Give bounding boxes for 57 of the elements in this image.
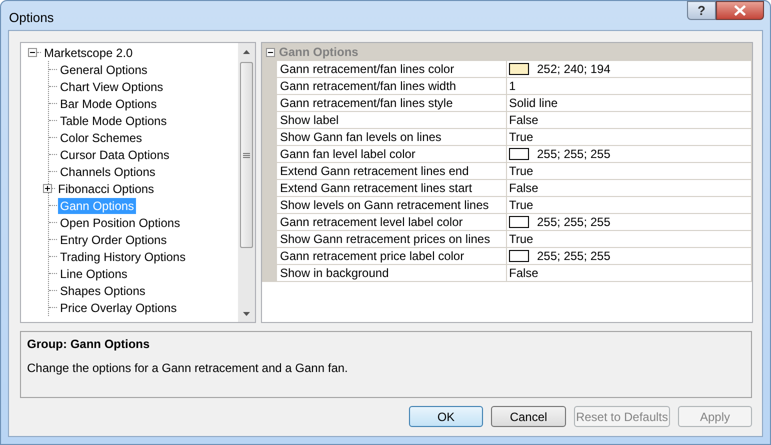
tree-item[interactable]: Chart View Options	[58, 78, 166, 94]
property-value[interactable]: True	[507, 231, 752, 248]
property-name: Gann retracement level label color	[277, 214, 507, 231]
tree-item[interactable]: Entry Order Options	[58, 232, 169, 248]
property-name: Show Gann retracement prices on lines	[277, 231, 507, 248]
property-name: Show Gann fan levels on lines	[277, 129, 507, 146]
help-button[interactable]: ?	[687, 1, 716, 20]
tree-item[interactable]: Table Mode Options	[58, 112, 169, 128]
tree-item[interactable]: Line Options	[58, 266, 130, 282]
property-name: Gann retracement/fan lines width	[277, 78, 507, 95]
tree-item[interactable]: Trading History Options	[58, 248, 188, 264]
property-name: Extend Gann retracement lines end	[277, 163, 507, 180]
tree-item[interactable]: Shapes Options	[58, 282, 148, 298]
scroll-up-icon[interactable]	[243, 50, 250, 54]
property-value[interactable]: Solid line	[507, 95, 752, 112]
dialog-button[interactable]: Cancel	[491, 406, 566, 427]
property-value[interactable]: False	[507, 180, 752, 197]
property-name: Show label	[277, 112, 507, 129]
close-button[interactable]	[716, 1, 764, 20]
description-title: Group: Gann Options	[27, 336, 151, 353]
expander-icon[interactable]	[266, 48, 275, 56]
tree-item[interactable]: Cursor Data Options	[58, 146, 172, 162]
tree-item[interactable]: Price Overlay Options	[58, 300, 179, 316]
close-icon	[733, 5, 747, 16]
expander-icon[interactable]	[28, 48, 37, 57]
property-name: Gann fan level label color	[277, 146, 507, 163]
property-value[interactable]: True	[507, 163, 752, 180]
property-value-text: 255; 255; 255	[537, 214, 610, 230]
tree-item[interactable]: Bar Mode Options	[58, 96, 159, 112]
section-header: Gann Options	[279, 44, 358, 61]
dialog-button[interactable]: OK	[409, 406, 483, 427]
property-value[interactable]: False	[507, 112, 752, 129]
scroll-down-icon[interactable]	[243, 312, 250, 316]
property-name: Show in background	[277, 265, 507, 282]
property-value-text: 252; 240; 194	[537, 61, 610, 77]
tree-item[interactable]: Channels Options	[58, 164, 158, 180]
property-value-text: 255; 255; 255	[537, 146, 610, 162]
property-value[interactable]: False	[507, 265, 752, 282]
tree-item[interactable]: Color Schemes	[58, 130, 144, 146]
scrollbar[interactable]	[238, 43, 255, 322]
property-value[interactable]: True	[507, 129, 752, 146]
tree-item[interactable]: Marketscope 2.0	[42, 44, 135, 60]
tree-item[interactable]: General Options	[58, 62, 150, 78]
property-value[interactable]: True	[507, 197, 752, 214]
tree-item[interactable]: Fibonacci Options	[56, 180, 156, 196]
tree-item[interactable]: Open Position Options	[58, 214, 182, 230]
property-name: Gann retracement/fan lines style	[277, 95, 507, 112]
property-name: Show levels on Gann retracement lines	[277, 197, 507, 214]
property-name: Gann retracement price label color	[277, 248, 507, 265]
window-title: Options	[9, 9, 54, 27]
grip-icon	[243, 152, 250, 158]
property-name: Gann retracement/fan lines color	[277, 61, 507, 78]
property-value-text: 255; 255; 255	[537, 248, 610, 264]
expander-icon[interactable]	[43, 184, 52, 193]
property-value[interactable]: 1	[507, 78, 752, 95]
property-name: Extend Gann retracement lines start	[277, 180, 507, 197]
description-text: Change the options for a Gann retracement and a Gann fan.	[27, 360, 349, 377]
